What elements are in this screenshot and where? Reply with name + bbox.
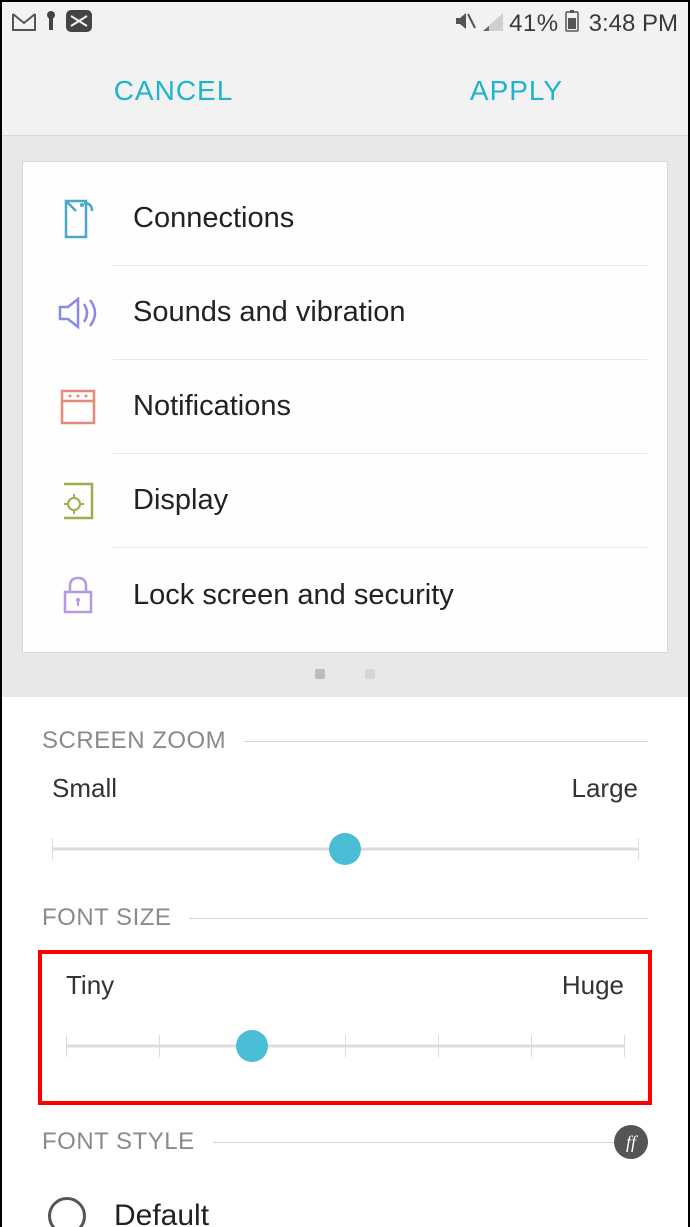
pager-dot[interactable] — [315, 669, 325, 679]
slider-thumb[interactable] — [236, 1030, 268, 1062]
preview-label: Notifications — [113, 360, 647, 454]
status-bar: 41% 3:48 PM — [2, 2, 688, 46]
preview-item-lock: Lock screen and security — [23, 548, 667, 642]
section-title: FONT SIZE — [42, 904, 171, 932]
battery-icon — [565, 10, 579, 39]
screen-zoom-slider[interactable] — [52, 834, 638, 864]
signal-icon — [483, 10, 503, 38]
font-size-min-label: Tiny — [66, 970, 114, 1001]
mute-icon — [453, 10, 477, 39]
radio-unchecked-icon[interactable] — [48, 1197, 86, 1227]
lock-icon — [43, 574, 113, 616]
font-size-max-label: Huge — [562, 970, 624, 1001]
data-icon — [43, 197, 113, 241]
section-title: SCREEN ZOOM — [42, 727, 226, 755]
slider-thumb[interactable] — [329, 833, 361, 865]
font-size-slider[interactable] — [66, 1031, 624, 1061]
screen-zoom-header: SCREEN ZOOM — [42, 727, 648, 755]
screen-zoom-group: Small Large — [42, 773, 648, 904]
preview-panel: Connections Sounds and vibration Notific… — [2, 136, 688, 697]
preview-label: Sounds and vibration — [113, 266, 647, 360]
font-style-label: Default — [114, 1199, 209, 1227]
gmail-icon — [12, 10, 36, 38]
zoom-min-label: Small — [52, 773, 117, 804]
preview-item-display: Display — [23, 454, 667, 548]
display-icon — [43, 480, 113, 522]
zoom-max-label: Large — [572, 773, 639, 804]
font-size-highlight: Tiny Huge — [38, 950, 652, 1105]
preview-card: Connections Sounds and vibration Notific… — [22, 161, 668, 653]
sound-icon — [43, 294, 113, 332]
apply-button[interactable]: APPLY — [345, 46, 688, 135]
app-icon — [66, 10, 92, 39]
notifications-icon — [43, 387, 113, 427]
action-bar: CANCEL APPLY — [2, 46, 688, 136]
font-size-header: FONT SIZE — [42, 904, 648, 932]
preview-label: Display — [113, 454, 647, 548]
preview-item-connections: Connections — [23, 172, 667, 266]
battery-percentage: 41% — [509, 10, 559, 38]
clock-time: 3:48 PM — [589, 10, 678, 38]
font-flip-icon[interactable]: ff — [614, 1125, 648, 1159]
font-style-option-default[interactable]: Default — [42, 1177, 648, 1227]
preview-item-sounds: Sounds and vibration — [23, 266, 667, 360]
preview-label: Connections — [113, 172, 647, 266]
key-icon — [44, 10, 58, 39]
pager-dot[interactable] — [365, 669, 375, 679]
cancel-button[interactable]: CANCEL — [2, 46, 345, 135]
section-title: FONT STYLE — [42, 1128, 195, 1156]
font-style-header: FONT STYLE ff — [42, 1125, 648, 1159]
preview-pager — [22, 653, 668, 679]
preview-item-notifications: Notifications — [23, 360, 667, 454]
preview-label: Lock screen and security — [113, 548, 647, 642]
